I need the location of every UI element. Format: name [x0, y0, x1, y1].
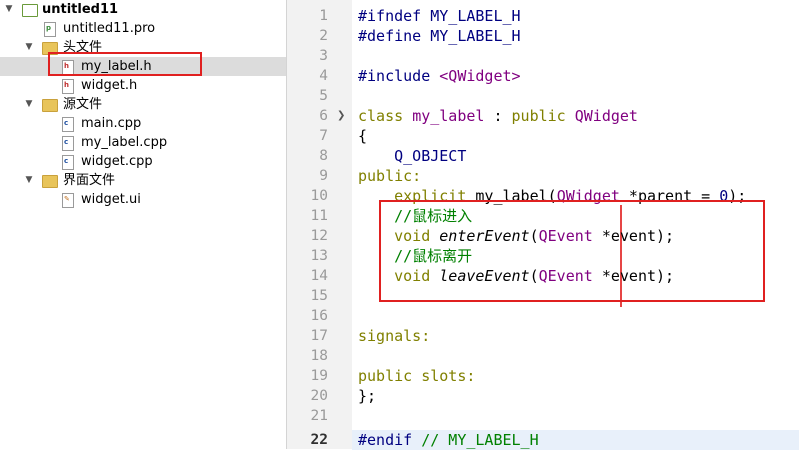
cpp-file-icon: c: [62, 117, 74, 132]
line-number: 1: [319, 8, 328, 24]
source-folder-icon: [42, 99, 58, 112]
cpp-file-icon: c: [62, 155, 74, 170]
code-line[interactable]: public:: [358, 166, 421, 186]
tree-item-pro-file[interactable]: p untitled11.pro: [0, 19, 286, 38]
fold-chevron-icon[interactable]: ❯: [337, 106, 345, 126]
tree-item-label: untitled11: [42, 2, 119, 17]
highlight-annotation: [48, 52, 202, 76]
line-number: 7: [319, 128, 328, 144]
line-number: 20: [310, 388, 328, 404]
line-number: 3: [319, 48, 328, 64]
tree-item-label: untitled11.pro: [63, 21, 156, 36]
line-number: 22: [310, 432, 328, 448]
code-line[interactable]: Q_OBJECT: [358, 146, 466, 166]
ui-file-icon: ✎: [62, 193, 74, 208]
tree-item-sources-folder[interactable]: ▼ 源文件: [0, 95, 286, 114]
tree-item-label: widget.cpp: [81, 154, 153, 169]
line-number: 5: [319, 88, 328, 104]
line-number: 6: [319, 108, 328, 124]
code-line[interactable]: public slots:: [358, 366, 475, 386]
line-number: 14: [310, 268, 328, 284]
cpp-file-icon: c: [62, 136, 74, 151]
line-number: 10: [310, 188, 328, 204]
line-number: 15: [310, 288, 328, 304]
code-line[interactable]: #ifndef MY_LABEL_H: [358, 6, 521, 26]
tree-item-label: widget.ui: [81, 192, 141, 207]
chevron-down-icon[interactable]: ▼: [24, 95, 34, 114]
line-number: 11: [310, 208, 328, 224]
tree-item-widget-cpp[interactable]: c widget.cpp: [0, 152, 286, 171]
forms-folder-icon: [42, 175, 58, 188]
chevron-down-icon[interactable]: ▼: [24, 171, 34, 190]
tree-item-project[interactable]: ▼ untitled11: [0, 0, 286, 19]
line-number: 18: [310, 348, 328, 364]
header-file-icon: h: [62, 79, 74, 94]
line-number: 21: [310, 408, 328, 424]
tree-item-my-label-cpp[interactable]: c my_label.cpp: [0, 133, 286, 152]
code-line[interactable]: #define MY_LABEL_H: [358, 26, 521, 46]
line-number: 4: [319, 68, 328, 84]
tree-item-label: my_label.cpp: [81, 135, 168, 150]
line-number: 2: [319, 28, 328, 44]
code-line[interactable]: #include <QWidget>: [358, 66, 521, 86]
code-line[interactable]: class my_label : public QWidget: [358, 106, 638, 126]
project-tree-panel: ▼ untitled11 p untitled11.pro ▼ 头文件 h my…: [0, 0, 287, 449]
line-number: 19: [310, 368, 328, 384]
code-line[interactable]: signals:: [358, 326, 430, 346]
tree-item-widget-ui[interactable]: ✎ widget.ui: [0, 190, 286, 209]
line-number: 9: [319, 168, 328, 184]
tree-item-label: main.cpp: [81, 116, 142, 131]
line-number: 8: [319, 148, 328, 164]
highlight-annotation: [379, 200, 765, 302]
line-number: 13: [310, 248, 328, 264]
project-icon: [22, 4, 38, 17]
chevron-down-icon[interactable]: ▼: [4, 0, 14, 19]
code-line[interactable]: #endif // MY_LABEL_H: [358, 430, 539, 450]
pro-file-icon: p: [44, 22, 56, 37]
tree-item-widget-h[interactable]: h widget.h: [0, 76, 286, 95]
tree-item-label: 源文件: [63, 97, 103, 112]
line-number: 17: [310, 328, 328, 344]
line-number: 16: [310, 308, 328, 324]
tree-item-label: widget.h: [81, 78, 138, 93]
line-number: 12: [310, 228, 328, 244]
tree-item-main-cpp[interactable]: c main.cpp: [0, 114, 286, 133]
code-line[interactable]: };: [358, 386, 376, 406]
tree-item-forms-folder[interactable]: ▼ 界面文件: [0, 171, 286, 190]
tree-item-label: 界面文件: [63, 173, 116, 188]
chevron-down-icon[interactable]: ▼: [24, 38, 34, 57]
code-line[interactable]: {: [358, 126, 367, 146]
